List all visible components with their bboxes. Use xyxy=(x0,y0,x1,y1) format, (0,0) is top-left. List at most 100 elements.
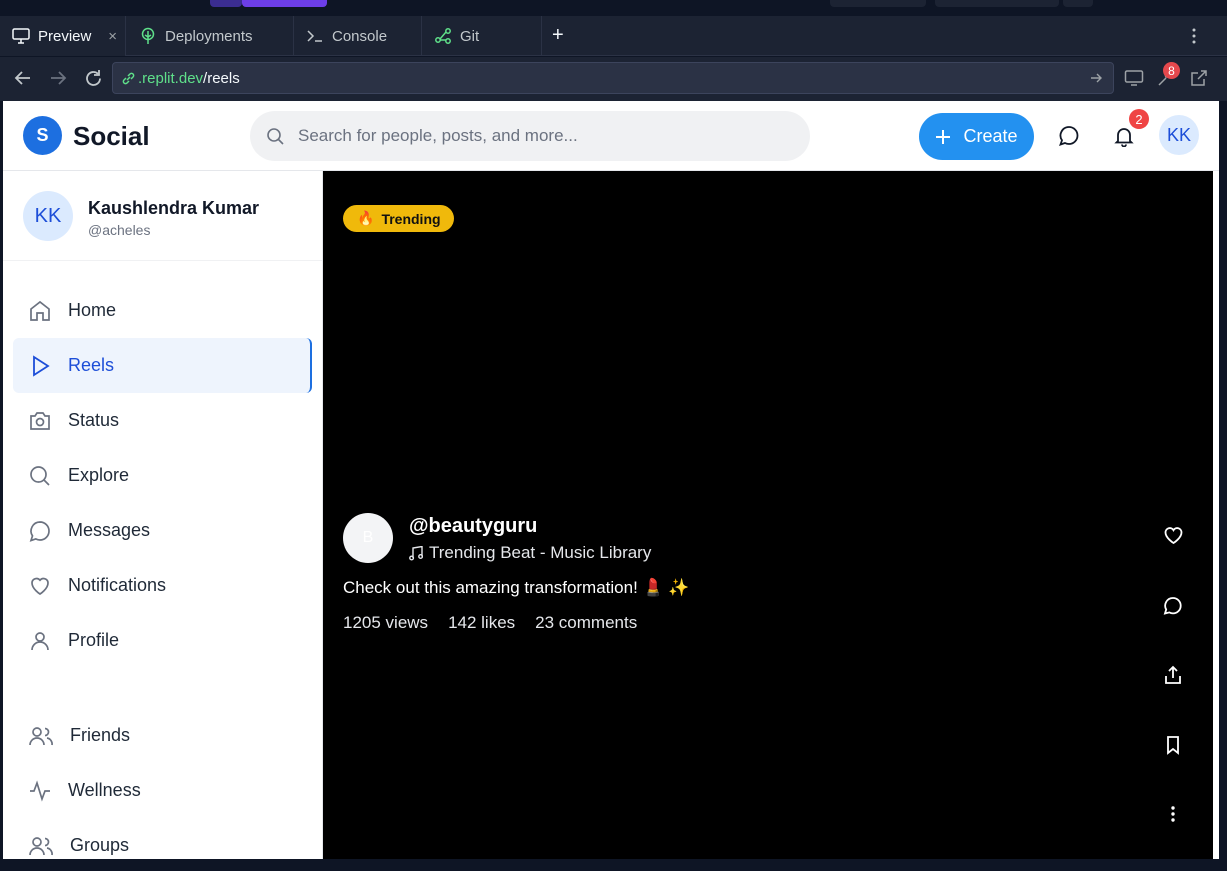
top-pill xyxy=(1063,0,1093,7)
sidebar-item-friends[interactable]: Friends xyxy=(13,708,312,763)
fire-icon: 🔥 xyxy=(357,210,375,226)
logo-icon[interactable]: S xyxy=(23,116,62,155)
users-icon xyxy=(29,726,53,745)
play-icon xyxy=(33,354,50,377)
reel-username[interactable]: @beautyguru xyxy=(409,515,537,538)
reel-music[interactable]: Trending Beat - Music Library xyxy=(409,543,651,563)
reel-caption: Check out this amazing transformation! 💄… xyxy=(343,578,690,597)
tab-label: Preview xyxy=(38,27,92,45)
sidebar-item-groups[interactable]: Groups xyxy=(13,818,312,859)
url-input[interactable]: .replit.dev/reels xyxy=(112,62,1114,94)
monitor-icon xyxy=(12,28,30,44)
sidebar-item-status[interactable]: Status xyxy=(13,393,312,448)
avatar[interactable]: KK xyxy=(1159,115,1199,155)
sidebar-item-label: Profile xyxy=(68,630,120,650)
terminal-icon xyxy=(307,30,322,42)
top-pill xyxy=(242,0,327,7)
tab-label: Console xyxy=(332,27,388,45)
notification-badge: 2 xyxy=(1129,109,1149,129)
comment-icon[interactable] xyxy=(1163,596,1183,616)
back-icon[interactable] xyxy=(14,69,32,87)
activity-icon xyxy=(30,779,50,802)
device-preview-icon[interactable] xyxy=(1124,69,1144,87)
profile-card[interactable]: KK Kaushlendra Kumar @acheles xyxy=(3,171,322,261)
more-vertical-icon[interactable] xyxy=(1171,806,1175,822)
go-arrow-icon[interactable] xyxy=(1090,72,1103,84)
like-heart-icon[interactable] xyxy=(1163,525,1184,545)
music-note-icon xyxy=(409,545,423,560)
url-toolbar: .replit.dev/reels xyxy=(0,57,1227,101)
reel-avatar[interactable]: B xyxy=(343,513,393,563)
search-icon xyxy=(267,128,284,145)
bell-icon[interactable] xyxy=(1113,125,1135,147)
top-pill xyxy=(830,0,926,7)
camera-icon xyxy=(30,411,50,430)
sidebar-item-label: Explore xyxy=(68,465,130,485)
comments-count: 23 comments xyxy=(535,613,638,632)
share-icon[interactable] xyxy=(1163,665,1183,685)
sidebar-item-reels[interactable]: Reels xyxy=(13,338,312,393)
app-header: S Social Search for people, posts, and m… xyxy=(3,101,1219,171)
sidebar: KK Kaushlendra Kumar @acheles Home Reels… xyxy=(3,171,323,859)
tab-label: Deployments xyxy=(165,27,253,45)
git-icon xyxy=(435,28,451,44)
close-icon[interactable]: × xyxy=(108,28,117,45)
search-icon xyxy=(30,465,50,486)
url-domain: .replit.dev xyxy=(138,69,204,87)
scrollbar[interactable] xyxy=(1213,171,1219,859)
trending-label: Trending xyxy=(381,210,441,227)
sidebar-item-label: Home xyxy=(68,300,117,320)
heart-icon xyxy=(31,577,49,595)
forward-icon[interactable] xyxy=(49,69,67,87)
user-icon xyxy=(31,631,49,650)
profile-avatar: KK xyxy=(23,191,73,241)
sidebar-item-label: Notifications xyxy=(68,575,167,595)
sidebar-item-explore[interactable]: Explore xyxy=(13,448,312,503)
profile-handle: @acheles xyxy=(88,222,151,238)
reload-icon[interactable] xyxy=(84,69,103,88)
sidebar-item-label: Status xyxy=(68,410,120,430)
create-label: Create xyxy=(963,126,1018,146)
plus-icon xyxy=(936,129,951,144)
top-pill xyxy=(935,0,1059,7)
app-viewport: S Social Search for people, posts, and m… xyxy=(3,101,1219,859)
deploy-icon xyxy=(141,27,155,44)
message-icon xyxy=(29,520,50,542)
create-button[interactable]: Create xyxy=(919,113,1034,160)
tab-console[interactable]: Console xyxy=(294,16,422,56)
tab-preview[interactable]: Preview × xyxy=(0,16,126,56)
sidebar-item-label: Reels xyxy=(68,355,115,375)
sidebar-item-profile[interactable]: Profile xyxy=(13,613,312,668)
top-pill xyxy=(210,0,242,7)
trending-badge: 🔥 Trending xyxy=(343,205,454,232)
more-vertical-icon[interactable] xyxy=(1192,28,1196,44)
search-input[interactable]: Search for people, posts, and more... xyxy=(250,111,810,161)
logo-text[interactable]: Social xyxy=(73,121,150,152)
url-path: /reels xyxy=(203,69,240,87)
sidebar-item-label: Groups xyxy=(70,835,130,855)
reel-player[interactable]: 🔥 Trending B @beautyguru Trending Beat -… xyxy=(323,171,1213,859)
devtools-badge: 8 xyxy=(1163,62,1180,79)
sidebar-item-label: Friends xyxy=(70,725,131,745)
open-new-window-icon[interactable] xyxy=(1190,69,1208,87)
workspace-tabbar: Preview × Deployments Console Git + xyxy=(0,16,1227,56)
link-icon xyxy=(122,72,135,84)
tab-git[interactable]: Git xyxy=(422,16,542,56)
music-label: Trending Beat - Music Library xyxy=(429,543,652,562)
home-icon xyxy=(30,300,50,321)
groups-icon xyxy=(29,836,53,855)
reel-stats: 1205 views 142 likes 23 comments xyxy=(343,613,637,633)
sidebar-item-home[interactable]: Home xyxy=(13,283,312,338)
sidebar-item-label: Messages xyxy=(68,520,151,540)
message-icon[interactable] xyxy=(1058,125,1080,147)
sidebar-item-notifications[interactable]: Notifications xyxy=(13,558,312,613)
tab-deployments[interactable]: Deployments xyxy=(127,16,294,56)
views-count: 1205 views xyxy=(343,613,429,632)
likes-count: 142 likes xyxy=(448,613,516,632)
bookmark-icon[interactable] xyxy=(1163,735,1183,755)
sidebar-item-label: Wellness xyxy=(68,780,141,800)
sidebar-item-messages[interactable]: Messages xyxy=(13,503,312,558)
sidebar-item-wellness[interactable]: Wellness xyxy=(13,763,312,818)
add-tab-button[interactable]: + xyxy=(552,25,564,45)
profile-name: Kaushlendra Kumar xyxy=(88,198,260,218)
